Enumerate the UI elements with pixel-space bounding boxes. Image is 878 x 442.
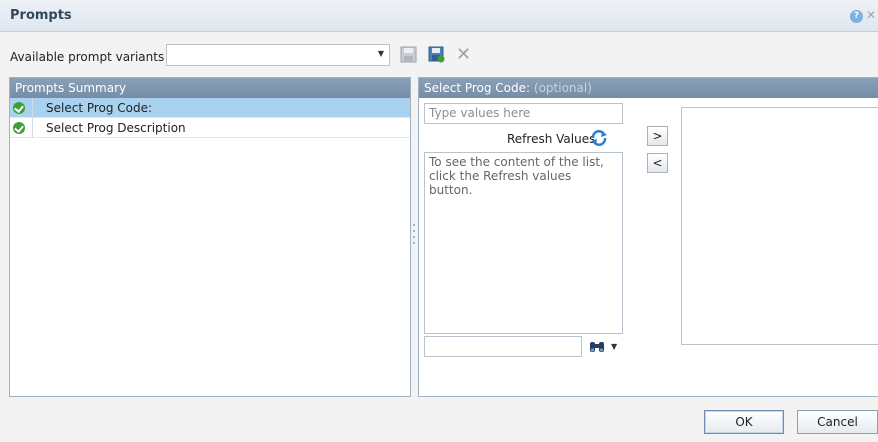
summary-row-prog-code[interactable]: Select Prog Code: — [10, 98, 410, 118]
cancel-button[interactable]: Cancel — [797, 410, 878, 434]
binoculars-icon[interactable] — [589, 340, 605, 354]
search-options-chevron-icon[interactable]: ▼ — [611, 342, 617, 351]
save-variant-icon[interactable] — [400, 46, 417, 63]
available-values-list[interactable]: To see the content of the list, click th… — [424, 152, 623, 334]
refresh-values-link[interactable]: Refresh Values — [507, 132, 595, 146]
row-divider — [32, 118, 33, 138]
type-values-input[interactable]: Type values here — [424, 103, 623, 124]
check-circle-icon — [13, 122, 25, 134]
prompts-summary-header: Prompts Summary — [10, 78, 410, 98]
save-as-variant-icon[interactable] — [428, 46, 445, 63]
panel-splitter-handle[interactable] — [412, 220, 416, 256]
summary-row-label: Select Prog Code: — [46, 101, 153, 115]
prompt-variants-label: Available prompt variants — [10, 50, 165, 64]
dialog-title: Prompts — [10, 8, 72, 23]
summary-row-label: Select Prog Description — [46, 121, 186, 135]
values-list-hint: To see the content of the list, click th… — [429, 155, 604, 197]
chevron-down-icon[interactable]: ▼ — [378, 49, 384, 58]
close-icon[interactable]: ✕ — [866, 8, 876, 22]
prompt-detail-title: Select Prog Code: — [424, 81, 531, 95]
delete-variant-icon[interactable]: ✕ — [455, 46, 472, 64]
prompts-summary-panel: Prompts Summary Select Prog Code: Select… — [9, 77, 411, 397]
prompt-variants-select[interactable]: ▼ — [166, 44, 390, 66]
search-values-input[interactable] — [424, 336, 582, 357]
ok-button[interactable]: OK — [704, 410, 784, 434]
prompt-detail-header: Select Prog Code: (optional) — [419, 78, 878, 98]
check-circle-icon — [13, 102, 25, 114]
remove-value-button[interactable]: < — [647, 153, 668, 173]
selected-values-list[interactable] — [681, 107, 878, 345]
refresh-icon[interactable] — [590, 130, 608, 146]
add-value-button[interactable]: > — [647, 126, 668, 146]
prompt-optional-tag: (optional) — [533, 81, 592, 95]
help-icon[interactable]: ? — [850, 10, 863, 23]
summary-row-prog-description[interactable]: Select Prog Description — [10, 118, 410, 138]
dialog-titlebar: Prompts ? ✕ — [0, 0, 878, 32]
row-divider — [32, 98, 33, 118]
